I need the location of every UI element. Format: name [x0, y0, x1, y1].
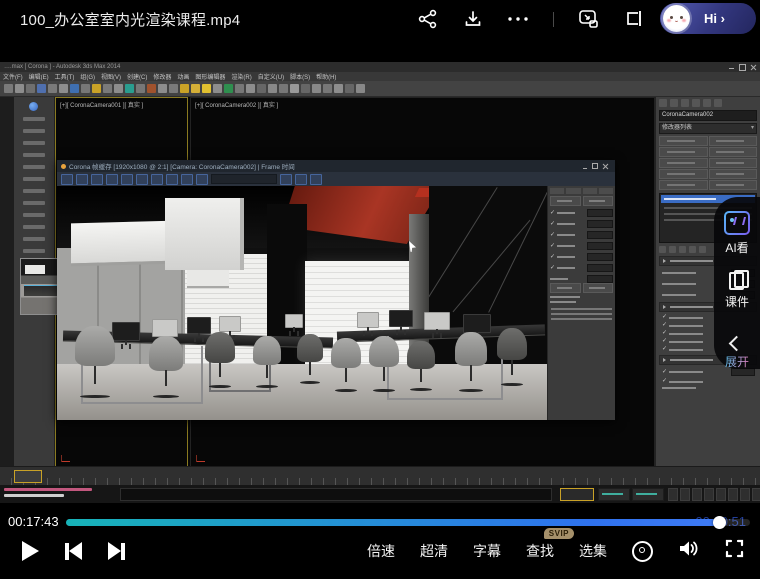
vfb-window-controls	[583, 163, 607, 169]
player-window: 100_办公室室内光渲染课程.mp4 Hi › ….max [ Corona ]…	[0, 0, 760, 579]
max-title-bar: ….max [ Corona ] - Autodesk 3ds Max 2014	[0, 62, 760, 72]
corona-vfb-window: Corona 帧缓存 [1920x1080 @ 2:1] [Camera: Co…	[57, 160, 615, 420]
next-icon[interactable]	[108, 542, 125, 560]
avatar	[663, 5, 690, 32]
avatar-greeting: Hi ›	[704, 11, 725, 26]
ai-watch-icon	[724, 211, 750, 235]
subtitle-button[interactable]: 字幕	[473, 541, 501, 561]
maxscript-mini-listener	[4, 488, 92, 497]
scene-monitor	[463, 314, 491, 333]
expand-label: 展开	[725, 353, 749, 370]
progress-fill	[66, 519, 723, 526]
expand-button[interactable]: 展开	[725, 336, 749, 370]
scene-monitor	[112, 322, 140, 341]
assistant-avatar-pill[interactable]: Hi ›	[660, 3, 756, 34]
share-icon[interactable]	[417, 9, 439, 29]
side-tool-pill: AI看 课件 展开	[714, 197, 760, 369]
courseware-icon	[727, 269, 747, 289]
scene-monitor	[424, 312, 450, 330]
scene-monitor	[357, 312, 379, 328]
top-bar: 100_办公室室内光渲染课程.mp4 Hi ›	[0, 0, 760, 38]
divider	[553, 12, 554, 27]
more-icon[interactable]	[507, 16, 529, 22]
status-chip	[632, 488, 664, 501]
snap-toggle-icons	[668, 488, 760, 501]
scene-ceiling-box	[71, 221, 176, 267]
transport-controls	[22, 541, 125, 561]
speed-button[interactable]: 倍速	[367, 541, 395, 561]
scene-monitor	[389, 310, 413, 327]
ai-watch-label: AI看	[725, 239, 748, 256]
time-slider	[14, 470, 42, 483]
vfb-title-text: Corona 帧缓存 [1920x1080 @ 2:1] [Camera: Co…	[69, 161, 295, 171]
ai-watch-button[interactable]: AI看	[724, 211, 750, 256]
max-timeline	[0, 466, 760, 485]
corona-icon	[61, 164, 66, 169]
scene-chair	[149, 336, 183, 398]
scene-chair	[253, 336, 281, 388]
axis-gizmo	[196, 454, 206, 462]
vfb-note-text	[550, 308, 613, 320]
vfb-toolbar	[57, 172, 615, 187]
scene-monitor	[219, 316, 241, 332]
cast-icon[interactable]	[624, 9, 644, 29]
max-menu-bar: 文件(F)编辑(E)工具(T)组(G)视图(V)创建(C)修改器动画图形编辑器渲…	[0, 72, 760, 81]
modifier-list-dropdown: 修改器列表▾	[659, 123, 757, 134]
secondary-controls: 倍速 超清 字幕 查找SVIP 选集	[367, 539, 744, 563]
window-controls	[729, 64, 756, 71]
max-toolbar	[0, 81, 760, 97]
volume-icon[interactable]	[678, 539, 700, 563]
top-bar-actions	[417, 0, 644, 38]
max-title-text: ….max [ Corona ] - Autodesk 3ds Max 2014	[4, 64, 120, 70]
previous-icon[interactable]	[65, 542, 82, 560]
command-panel-tabs	[659, 99, 757, 107]
vfb-title-bar: Corona 帧缓存 [1920x1080 @ 2:1] [Camera: Co…	[57, 160, 615, 172]
scene-vent	[187, 270, 229, 288]
fullscreen-icon[interactable]	[725, 539, 744, 563]
scene-monitor	[285, 314, 303, 328]
quality-button[interactable]: 超清	[420, 541, 448, 561]
scene-chair	[455, 332, 487, 392]
status-chip	[598, 488, 630, 501]
scene-ceiling-volume	[165, 198, 244, 270]
scene-chair	[75, 326, 115, 398]
progress-bar[interactable]	[66, 519, 750, 526]
current-time: 00:17:43	[8, 514, 59, 529]
record-icon[interactable]	[632, 541, 653, 562]
viewport1-label: [+][ CoronaCamera001 ][ 真实 ]	[60, 100, 143, 109]
scene-chair	[331, 338, 361, 392]
video-frame[interactable]: ….max [ Corona ] - Autodesk 3ds Max 2014…	[0, 62, 760, 503]
scene-chair	[205, 332, 235, 388]
app-logo-icon	[29, 102, 38, 111]
button-grid	[659, 136, 757, 190]
vfb-render-stop-buttons	[550, 196, 613, 206]
courseware-label: 课件	[725, 293, 749, 310]
scene-chair	[497, 328, 527, 386]
play-icon[interactable]	[22, 541, 39, 561]
progress-knob[interactable]	[713, 516, 726, 529]
render-image	[57, 186, 547, 420]
scene-chair	[297, 334, 323, 384]
scene-monitor	[152, 319, 178, 337]
search-button[interactable]: 查找SVIP	[526, 541, 554, 561]
pip-icon[interactable]	[578, 9, 600, 29]
download-icon[interactable]	[463, 9, 483, 29]
courseware-button[interactable]: 课件	[725, 269, 749, 310]
status-prompt-field	[120, 488, 552, 501]
scene-chair	[369, 336, 399, 392]
viewport2-label: [+][ CoronaCamera002 ][ 真实 ]	[195, 100, 278, 109]
vfb-settings-panel: ✓ ✓ ✓ ✓ ✓ ✓	[547, 186, 615, 420]
chevron-left-icon	[729, 336, 745, 352]
video-title: 100_办公室室内光渲染课程.mp4	[20, 9, 240, 30]
max-status-bar	[0, 485, 760, 503]
scene-chair	[407, 341, 435, 391]
dock-strip	[0, 97, 14, 467]
player-controls: 倍速 超清 字幕 查找SVIP 选集	[0, 523, 760, 579]
svip-badge: SVIP	[544, 528, 574, 539]
object-name-field: CoronaCamera002	[659, 110, 757, 121]
axis-gizmo	[61, 454, 71, 462]
episodes-button[interactable]: 选集	[579, 541, 607, 561]
status-highlight-field	[560, 488, 594, 501]
